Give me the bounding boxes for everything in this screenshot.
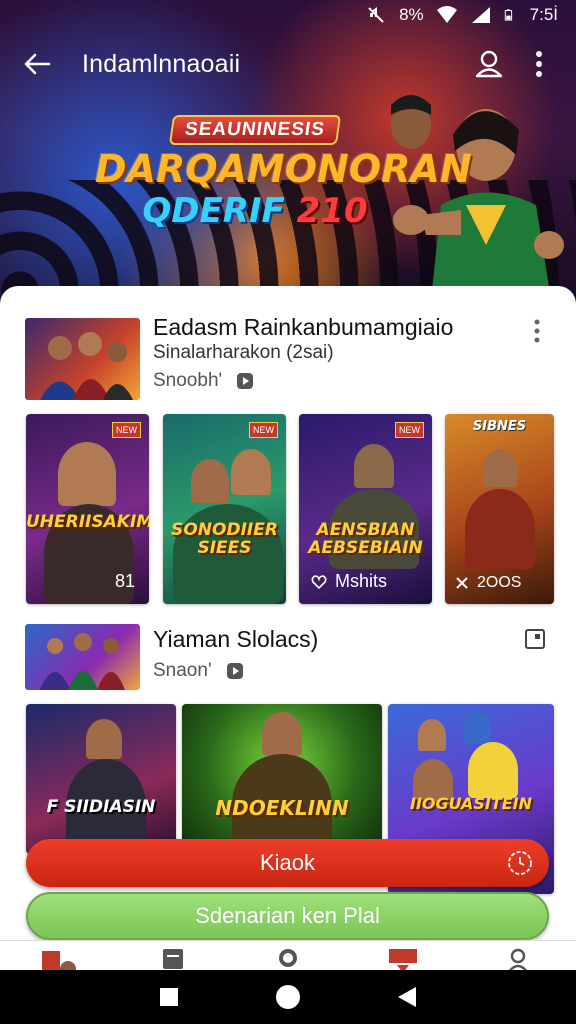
more-vert-icon <box>534 319 540 343</box>
back-button[interactable] <box>20 47 54 81</box>
hero-title-line1: DARQAMONORAN <box>95 147 472 191</box>
person-icon <box>475 50 503 78</box>
hero-title-number: 210 <box>296 191 368 231</box>
character-figure <box>86 719 122 759</box>
section1-meta-text: Snoobh' <box>153 370 223 391</box>
timer-icon <box>508 851 532 875</box>
game-card[interactable]: SIBNES 2OOS <box>445 414 554 604</box>
hero-title-word: QDERIF <box>142 191 285 231</box>
section2-thumbnail[interactable] <box>25 624 140 690</box>
section1-thumbnail[interactable] <box>25 318 140 400</box>
card-caption: AENSBIAN AEBSEBIAIN <box>308 520 423 558</box>
recents-icon[interactable] <box>158 986 180 1008</box>
game-card[interactable]: NDOEKLINN <box>182 704 382 854</box>
card-caption: F SIIDIASIN <box>46 797 156 817</box>
close-x-icon <box>456 577 468 589</box>
game-card[interactable]: F SIIDIASIN <box>26 704 176 854</box>
section1-meta: Snoobh' <box>153 370 254 392</box>
game-card[interactable]: NEW SONODIIER SIEES <box>163 414 286 604</box>
new-flag: NEW <box>395 422 424 438</box>
section2-title: Yiaman Slolacs) <box>153 626 319 652</box>
hero-banner: Indamlnnaoaii SEAUNINESIS DARQAMONORAN Q… <box>0 0 576 300</box>
play-badge-icon <box>226 663 243 679</box>
game-card[interactable]: NEW UHERIISAKIM 81 <box>26 414 149 604</box>
character-figure <box>262 712 302 756</box>
card-footer: 81 <box>114 571 135 591</box>
wifi-icon <box>436 6 457 23</box>
content-sheet: Eadasm Rainkanbumamgiaio Sinalarharakon … <box>0 286 576 970</box>
system-navigation-bar <box>0 970 576 1024</box>
card-footer: 2OOS <box>455 574 521 592</box>
status-bar: 8% 7:5İ <box>0 0 576 30</box>
person-icon <box>509 948 528 970</box>
hero-title-line2: QDERIF 210 <box>95 191 415 231</box>
character-body <box>465 489 535 569</box>
character-figure <box>191 459 229 503</box>
nav-search[interactable] <box>268 947 308 970</box>
section1-subtitle: Sinalarharakon (2sai) <box>153 342 334 363</box>
nav-store[interactable] <box>383 947 423 970</box>
mute-icon <box>368 7 384 23</box>
more-vert-icon <box>536 51 542 77</box>
card-footer: Mshits <box>311 571 387 592</box>
character-figure <box>231 449 271 495</box>
new-flag: NEW <box>249 422 278 438</box>
card-footer-text: Mshits <box>335 571 388 591</box>
home-icon[interactable] <box>275 984 301 1010</box>
thumbnail-art <box>40 332 133 400</box>
profile-button[interactable] <box>472 47 506 81</box>
card-caption: NDOEKLINN <box>215 796 349 820</box>
game-thumb-icon <box>41 951 76 970</box>
page-title: Indamlnnaoaii <box>82 49 241 78</box>
battery-icon <box>504 9 512 21</box>
section1-title: Eadasm Rainkanbumamgiaio <box>153 314 454 340</box>
section2-meta: Snaon' <box>153 660 244 682</box>
store-icon <box>389 949 418 970</box>
section2-expand-button[interactable] <box>522 624 548 654</box>
character-figure <box>354 444 394 488</box>
character-figure <box>463 712 491 744</box>
back-triangle-icon[interactable] <box>396 985 418 1009</box>
expand-square-icon <box>525 629 545 649</box>
back-arrow-icon <box>24 53 51 75</box>
hero-badge: SEAUNINESIS <box>168 115 342 145</box>
nav-profile[interactable] <box>498 947 538 970</box>
nav-home[interactable] <box>38 947 78 970</box>
hero-logo: SEAUNINESIS DARQAMONORAN QDERIF 210 <box>95 115 472 231</box>
character-figure <box>58 442 116 506</box>
overflow-menu-button[interactable] <box>522 47 556 81</box>
app-bar: Indamlnnaoaii <box>0 40 576 88</box>
bottom-navigation <box>0 940 576 970</box>
card-caption: SONODIIER SIEES <box>171 520 278 558</box>
signal-icon <box>471 7 490 23</box>
play-badge-icon <box>237 373 254 389</box>
nav-library[interactable] <box>153 947 193 970</box>
hero-player-art <box>391 95 564 300</box>
battery-text: 8% <box>399 5 424 24</box>
card-footer-text: 2OOS <box>477 574 522 591</box>
primary-action-button[interactable]: Kiaok <box>26 839 549 887</box>
search-icon <box>278 949 297 967</box>
section1-menu-button[interactable] <box>526 316 548 346</box>
card-caption: UHERIISAKIM <box>26 512 149 532</box>
character-figure <box>468 742 518 798</box>
section2-meta-text: Snaon' <box>153 660 212 681</box>
secondary-action-button[interactable]: Sdenarian ken Plal <box>26 892 549 940</box>
primary-action-label: Kiaok <box>259 850 316 875</box>
character-figure <box>483 449 517 487</box>
new-flag: NEW <box>112 422 141 438</box>
thumbnail-art <box>40 633 125 690</box>
secondary-action-label: Sdenarian ken Plal <box>195 903 380 928</box>
card-caption: SIBNES <box>472 419 527 434</box>
game-card[interactable]: NEW AENSBIAN AEBSEBIAIN Mshits <box>299 414 432 604</box>
card-caption: IIOGUASITEIN <box>410 794 532 813</box>
character-figure <box>418 719 446 751</box>
library-icon <box>162 949 183 969</box>
clock-text: 7:5İ <box>529 5 558 24</box>
heart-icon <box>311 574 327 589</box>
